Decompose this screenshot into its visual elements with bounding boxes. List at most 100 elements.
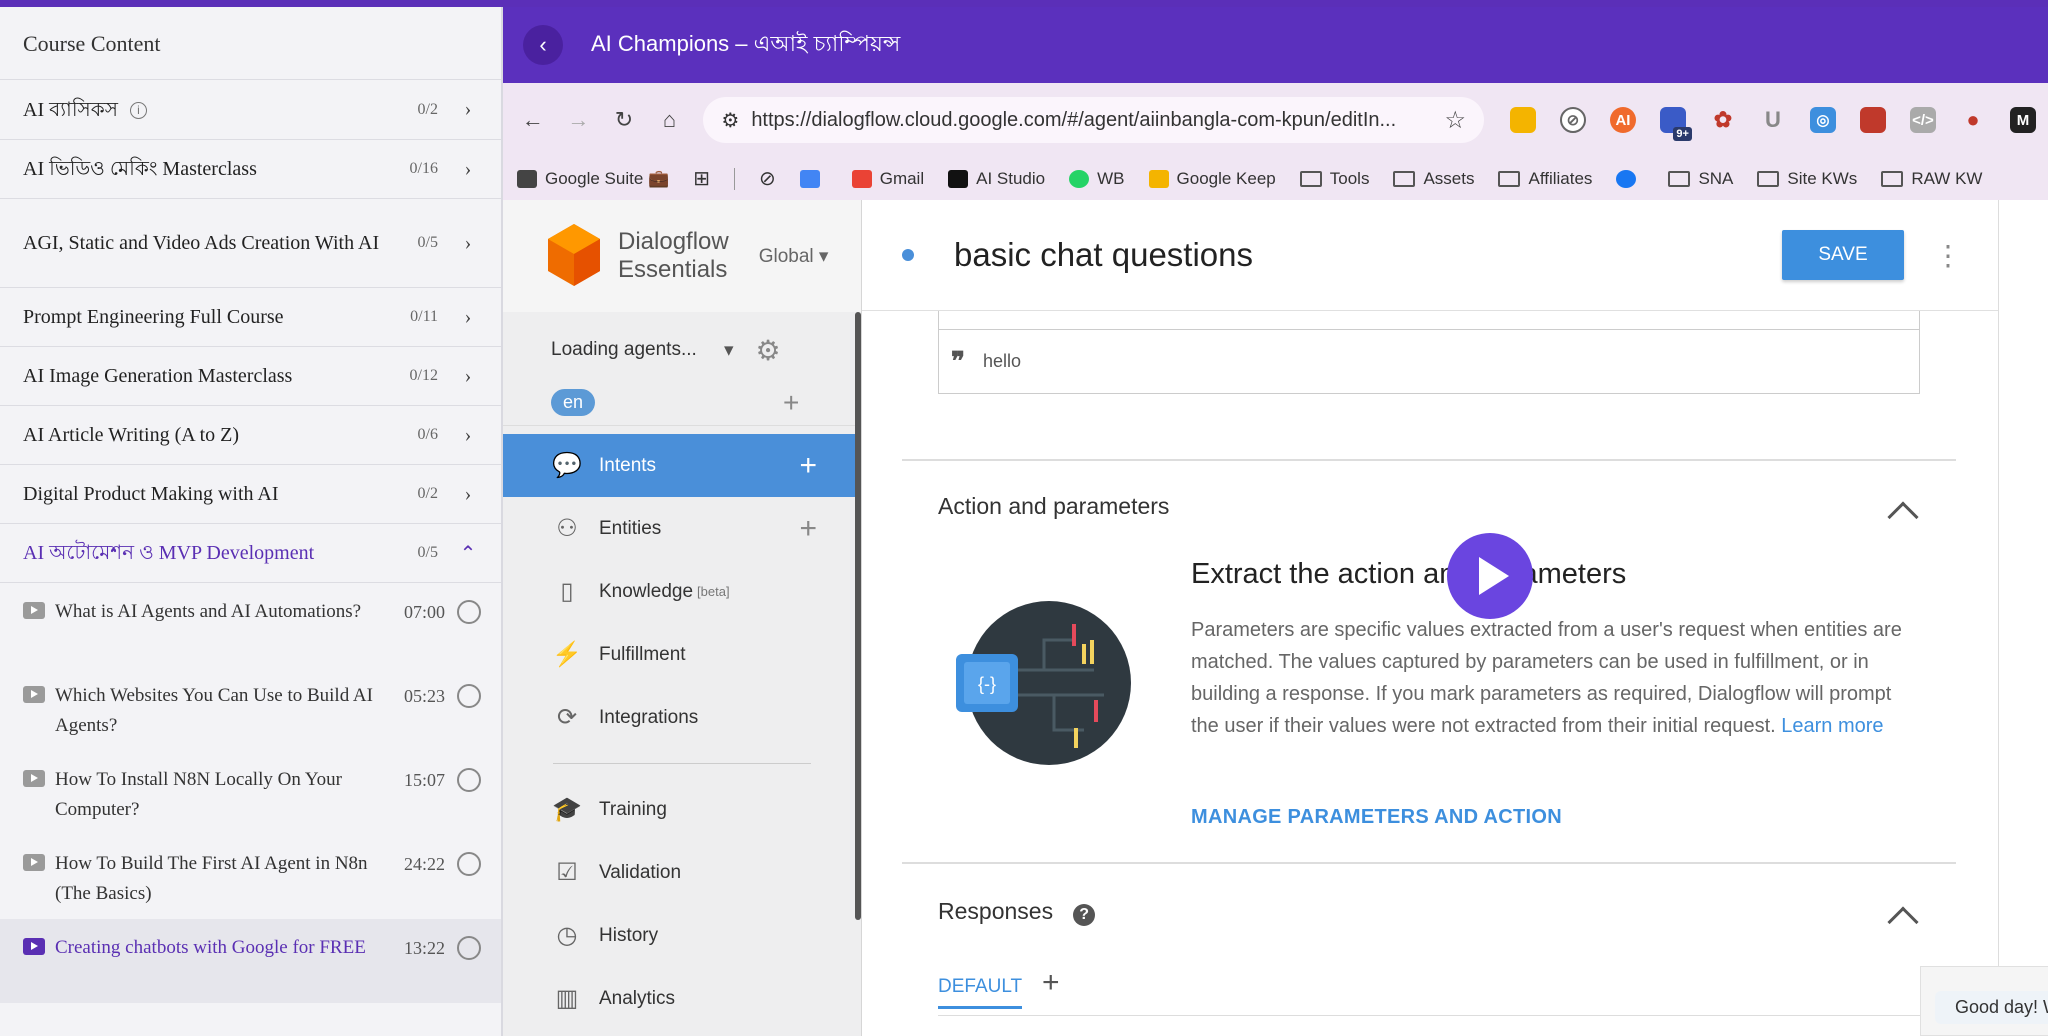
ai-studio-icon <box>948 169 969 188</box>
lesson-item[interactable]: Which Websites You Can Use to Build AI A… <box>0 667 501 751</box>
reload-icon[interactable]: ↻ <box>608 104 640 136</box>
m-extension-icon[interactable]: M <box>2009 107 2036 133</box>
folder-icon <box>1881 170 1904 187</box>
bookmarks-bar: Google Suite 💼 ⊞ ⊘ Gmail AI Studio WB Go… <box>503 157 2048 200</box>
help-icon[interactable]: ? <box>1073 904 1096 926</box>
section-automation-mvp[interactable]: AI অটোমেশন ও MVP Development 0/5 ⌃ <box>0 524 501 583</box>
ai-extension-icon[interactable]: AI <box>1609 107 1636 133</box>
badge-extension-icon[interactable]: 9+ <box>1659 107 1692 141</box>
learn-more-link[interactable]: Learn more <box>1781 715 1883 737</box>
code-extension-icon[interactable]: </> <box>1909 107 1936 133</box>
section-ai-video[interactable]: AI ভিডিও মেকিং Masterclass 0/16 › <box>0 140 501 199</box>
completion-checkbox[interactable] <box>457 852 481 876</box>
language-chip[interactable]: en <box>551 389 596 416</box>
nav-analytics[interactable]: ▥ Analytics <box>503 967 861 1030</box>
keep-extension-icon[interactable] <box>1509 107 1536 133</box>
tab-default[interactable]: DEFAULT <box>938 976 1023 1009</box>
nav-entities[interactable]: ⚇ Entities + <box>503 497 861 560</box>
nav-scrollbar[interactable] <box>855 312 861 920</box>
intent-name[interactable]: basic chat questions <box>954 236 1782 274</box>
pin-extension-icon[interactable]: ● <box>1960 107 1986 133</box>
completion-checkbox[interactable] <box>457 936 481 960</box>
more-vert-icon[interactable]: ⋮ <box>1934 239 1962 272</box>
save-button[interactable]: SAVE <box>1782 230 1904 280</box>
test-console-panel <box>1998 200 2048 1036</box>
manage-parameters-link[interactable]: MANAGE PARAMETERS AND ACTION <box>1191 806 1562 829</box>
agent-select[interactable]: Loading agents... ▾ ⚙ <box>503 320 861 380</box>
completion-checkbox[interactable] <box>457 684 481 708</box>
facebook-bookmark-icon[interactable] <box>1616 169 1644 188</box>
nav-training[interactable]: 🎓 Training <box>503 778 861 841</box>
section-image-generation[interactable]: AI Image Generation Masterclass 0/12 › <box>0 347 501 406</box>
back-arrow-icon[interactable]: ← <box>517 104 549 136</box>
intent-editor: basic chat questions SAVE ⋮ ❞ hello Acti… <box>862 200 1998 1036</box>
bookmark-item[interactable]: Google Suite 💼 <box>517 169 669 189</box>
responses-heading[interactable]: Responses? <box>938 898 1096 926</box>
completion-checkbox[interactable] <box>457 600 481 624</box>
blue-extension-icon[interactable]: ◎ <box>1809 107 1836 133</box>
u-extension-icon[interactable]: U <box>1760 107 1786 133</box>
nav-knowledge[interactable]: ▯ Knowledge [beta] <box>503 560 861 623</box>
svg-text:{-}: {-} <box>978 674 996 694</box>
tab-underline <box>938 1015 1920 1016</box>
bookmark-item[interactable]: AI Studio <box>948 169 1045 189</box>
book-extension-icon[interactable] <box>1859 107 1886 133</box>
bookmark-folder[interactable]: Assets <box>1393 169 1474 189</box>
lesson-item-current[interactable]: Creating chatbots with Google for FREE 1… <box>0 919 501 1003</box>
brand-name: Dialogflow Essentials <box>618 228 729 283</box>
nav-fulfillment[interactable]: ⚡ Fulfillment <box>503 623 861 686</box>
collapse-caret-icon[interactable] <box>1887 501 1919 533</box>
chevron-right-icon: › <box>464 423 472 446</box>
bookmark-folder[interactable]: Tools <box>1299 169 1369 189</box>
section-ai-basics[interactable]: AI ব্যাসিকস i 0/2 › <box>0 80 501 140</box>
site-settings-icon[interactable]: ⚙ <box>721 108 739 133</box>
bookmark-item[interactable]: ⊘ <box>759 166 776 191</box>
section-prompt-engineering[interactable]: Prompt Engineering Full Course 0/11 › <box>0 288 501 347</box>
collapse-caret-icon[interactable] <box>1887 906 1919 938</box>
gear-icon[interactable]: ⚙ <box>756 334 781 367</box>
flower-extension-icon[interactable]: ✿ <box>1710 107 1736 133</box>
lesson-item[interactable]: What is AI Agents and AI Automations? 07… <box>0 583 501 667</box>
bookmark-folder[interactable]: RAW KW <box>1881 169 1982 189</box>
whatsapp-icon <box>1069 169 1090 188</box>
action-parameters-heading[interactable]: Action and parameters <box>938 493 1169 520</box>
bookmark-star-icon[interactable]: ☆ <box>1444 106 1466 135</box>
forward-arrow-icon[interactable]: → <box>563 104 595 136</box>
nav-intents[interactable]: 💬 Intents + <box>503 434 861 497</box>
video-play-button[interactable] <box>1447 533 1533 619</box>
bookmark-folder[interactable]: Site KWs <box>1757 169 1857 189</box>
section-agi-ads[interactable]: AGI, Static and Video Ads Creation With … <box>0 199 501 288</box>
dialogflow-brand: Dialogflow Essentials Global ▾ <box>503 200 861 312</box>
docs-bookmark-icon[interactable] <box>799 169 828 188</box>
bookmark-item[interactable]: Google Keep <box>1148 169 1276 189</box>
bookmark-folder[interactable]: Affiliates <box>1498 169 1592 189</box>
completion-checkbox[interactable] <box>457 768 481 792</box>
info-icon[interactable]: i <box>129 102 147 120</box>
section-digital-product[interactable]: Digital Product Making with AI 0/2 › <box>0 465 501 524</box>
address-bar[interactable]: ⚙ https://dialogflow.cloud.google.com/#/… <box>703 97 1484 143</box>
training-phrase[interactable]: ❞ hello <box>938 330 1920 394</box>
bookmark-item[interactable]: WB <box>1069 169 1125 189</box>
nav-validation[interactable]: ☑ Validation <box>503 841 861 904</box>
nav-integrations[interactable]: ⟳ Integrations <box>503 686 861 749</box>
region-select[interactable]: Global ▾ <box>759 245 829 268</box>
apps-grid-icon[interactable]: ⊞ <box>693 166 710 191</box>
add-intent-icon[interactable]: + <box>799 449 817 483</box>
bookmark-item[interactable]: Gmail <box>851 169 924 189</box>
add-entity-icon[interactable]: + <box>799 512 817 546</box>
add-tab-icon[interactable]: + <box>1042 966 1060 1000</box>
nav-history[interactable]: ◷ History <box>503 904 861 967</box>
back-button[interactable]: ‹ <box>523 25 563 65</box>
sync-icon: ⟳ <box>556 704 578 731</box>
add-language-icon[interactable]: + <box>783 387 799 419</box>
section-divider <box>902 459 1956 461</box>
bookmark-separator <box>733 167 735 190</box>
chevron-left-icon: ‹ <box>539 32 547 57</box>
lesson-item[interactable]: How To Install N8N Locally On Your Compu… <box>0 751 501 835</box>
section-article-writing[interactable]: AI Article Writing (A to Z) 0/6 › <box>0 406 501 465</box>
video-icon <box>23 770 45 787</box>
lesson-item[interactable]: How To Build The First AI Agent in N8n (… <box>0 835 501 919</box>
bookmark-folder[interactable]: SNA <box>1668 169 1733 189</box>
blocker-extension-icon[interactable]: ⊘ <box>1559 107 1586 133</box>
home-icon[interactable]: ⌂ <box>654 104 686 136</box>
